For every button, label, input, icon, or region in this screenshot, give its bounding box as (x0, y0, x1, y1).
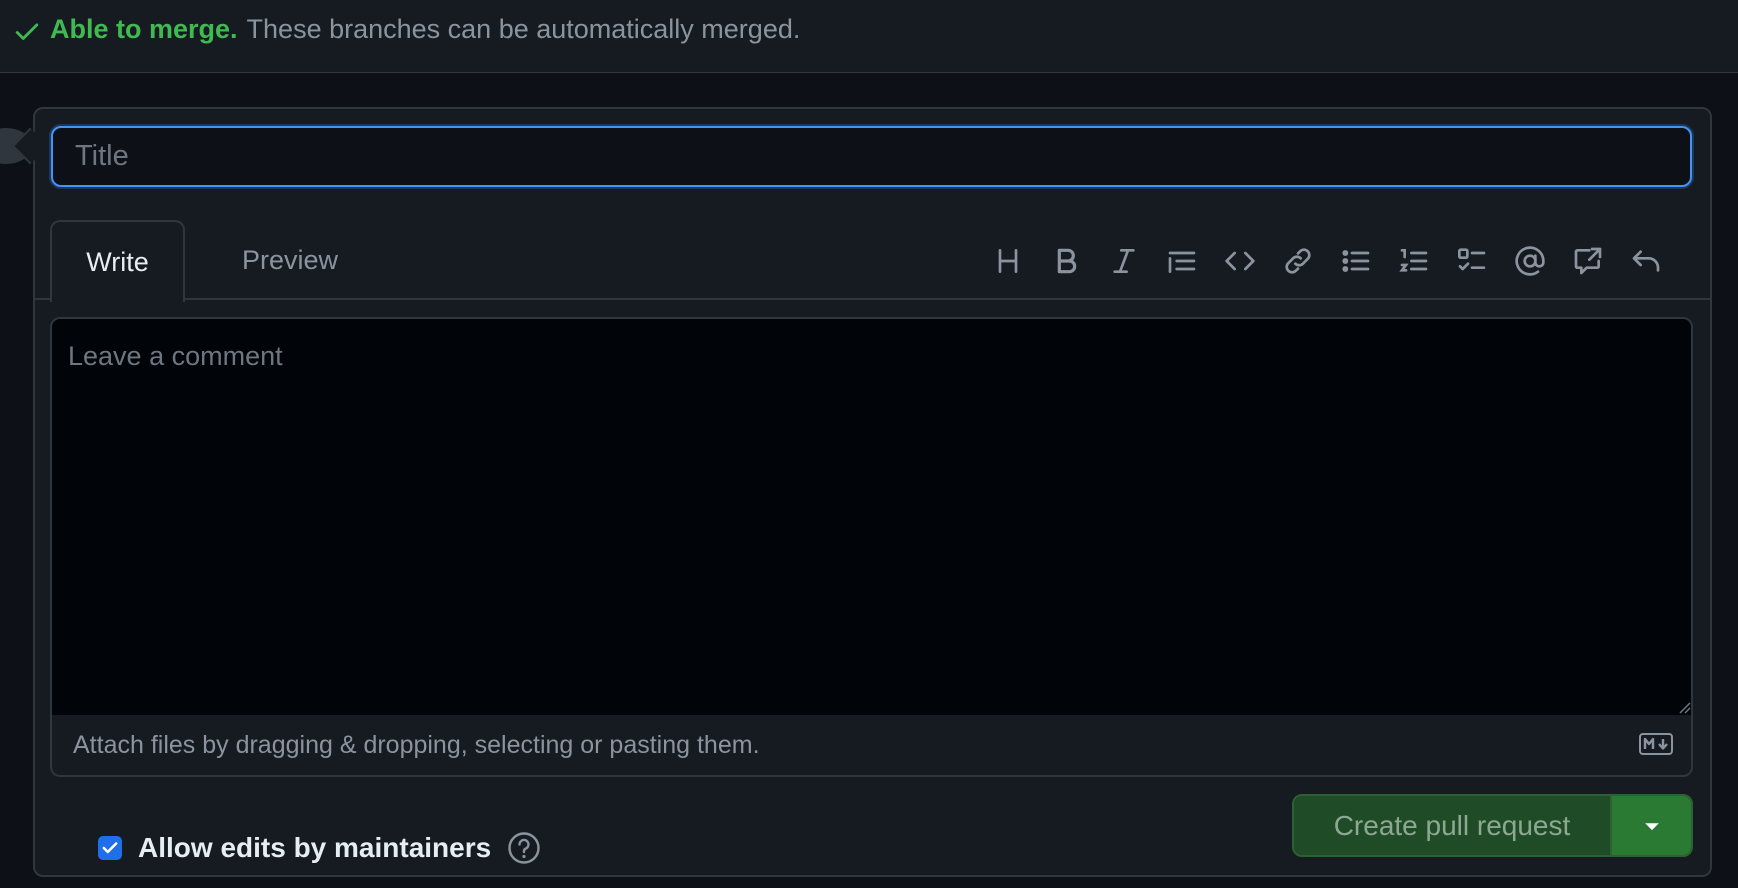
ordered-list-icon[interactable] (1396, 243, 1432, 279)
attach-files-text: Attach files by dragging & dropping, sel… (73, 730, 760, 759)
create-options-dropdown[interactable] (1612, 796, 1691, 855)
cross-reference-icon[interactable] (1570, 243, 1606, 279)
unordered-list-icon[interactable] (1338, 243, 1374, 279)
heading-icon[interactable] (990, 243, 1026, 279)
link-icon[interactable] (1280, 243, 1316, 279)
resize-grip-icon[interactable] (1677, 700, 1691, 714)
quote-icon[interactable] (1164, 243, 1200, 279)
comment-textarea[interactable] (50, 317, 1693, 717)
title-input[interactable] (51, 126, 1692, 187)
markdown-toolbar (990, 238, 1664, 284)
merge-status-label: Able to merge. (50, 14, 238, 44)
allow-edits-option: Allow edits by maintainers (98, 830, 541, 866)
mention-icon[interactable] (1512, 243, 1548, 279)
checkmark-icon (102, 842, 118, 854)
check-icon (15, 23, 39, 40)
italic-icon[interactable] (1106, 243, 1142, 279)
markdown-icon[interactable] (1639, 733, 1673, 755)
code-icon[interactable] (1222, 243, 1258, 279)
tab-preview[interactable]: Preview (220, 220, 360, 300)
undo-icon[interactable] (1628, 243, 1664, 279)
caret-down-icon (1644, 822, 1659, 830)
tab-write[interactable]: Write (50, 220, 185, 302)
merge-status-message: These branches can be automatically merg… (246, 14, 801, 44)
question-icon[interactable] (507, 831, 541, 865)
allow-edits-label: Allow edits by maintainers (138, 832, 492, 863)
create-pull-request-group: Create pull request (1292, 794, 1693, 857)
task-list-icon[interactable] (1454, 243, 1490, 279)
create-pull-request-button[interactable]: Create pull request (1294, 796, 1612, 855)
merge-status-banner: Able to merge. These branches can be aut… (0, 0, 1738, 73)
attach-files-bar[interactable]: Attach files by dragging & dropping, sel… (50, 715, 1693, 777)
allow-edits-checkbox[interactable] (98, 836, 122, 860)
bold-icon[interactable] (1048, 243, 1084, 279)
